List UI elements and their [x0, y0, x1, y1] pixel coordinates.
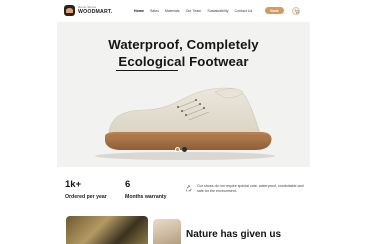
stat-orders-value: 1k+: [65, 179, 82, 190]
title-underline: [116, 70, 178, 71]
slider-dot-1[interactable]: [175, 147, 180, 152]
recycle-icon: [185, 184, 192, 192]
logo[interactable]: Hemp Shoes WOODMART.: [64, 5, 112, 16]
logo-text: Hemp Shoes WOODMART.: [78, 5, 113, 15]
product-description: Our shoes do not require special care, w…: [197, 184, 304, 193]
main-nav: Home Sales Materials Our Team Sustainabi…: [134, 9, 252, 13]
hero-title-line1: Waterproof, Completely: [108, 37, 259, 52]
shoe-logo-icon: [64, 5, 75, 16]
nature-photo-leaves: [66, 216, 148, 244]
section-heading: Nature has given us: [186, 229, 282, 240]
stat-warranty-label: Months warranty: [125, 193, 167, 200]
nav-home[interactable]: Home: [134, 9, 144, 13]
cart-icon[interactable]: [292, 7, 300, 15]
nav-our-team[interactable]: Our Team: [186, 9, 202, 13]
stat-orders: 1k+ Ordered per year: [65, 180, 107, 200]
stat-warranty-value: 6: [125, 179, 131, 190]
nav-contact-us[interactable]: Contact Us: [235, 9, 253, 13]
hero-section: Waterproof, Completely Ecological Footwe…: [57, 22, 310, 167]
hero-title-line2: Ecological Footwear: [118, 54, 249, 69]
nav-materials[interactable]: Materials: [165, 9, 180, 13]
logo-name: WOODMART.: [78, 8, 113, 15]
stat-warranty: 6 Months warranty: [125, 180, 167, 200]
cart-glyph: [294, 9, 299, 14]
stat-orders-label: Ordered per year: [65, 193, 107, 200]
nav-sales[interactable]: Sales: [150, 9, 159, 13]
nav-sustainability[interactable]: Sustainability: [207, 9, 228, 13]
book-button[interactable]: Book: [265, 7, 284, 14]
site-header: Hemp Shoes WOODMART. Home Sales Material…: [0, 0, 366, 22]
slider-dots: [175, 147, 187, 152]
nature-photo-fabric: [153, 219, 181, 244]
slider-dot-2[interactable]: [182, 147, 187, 152]
